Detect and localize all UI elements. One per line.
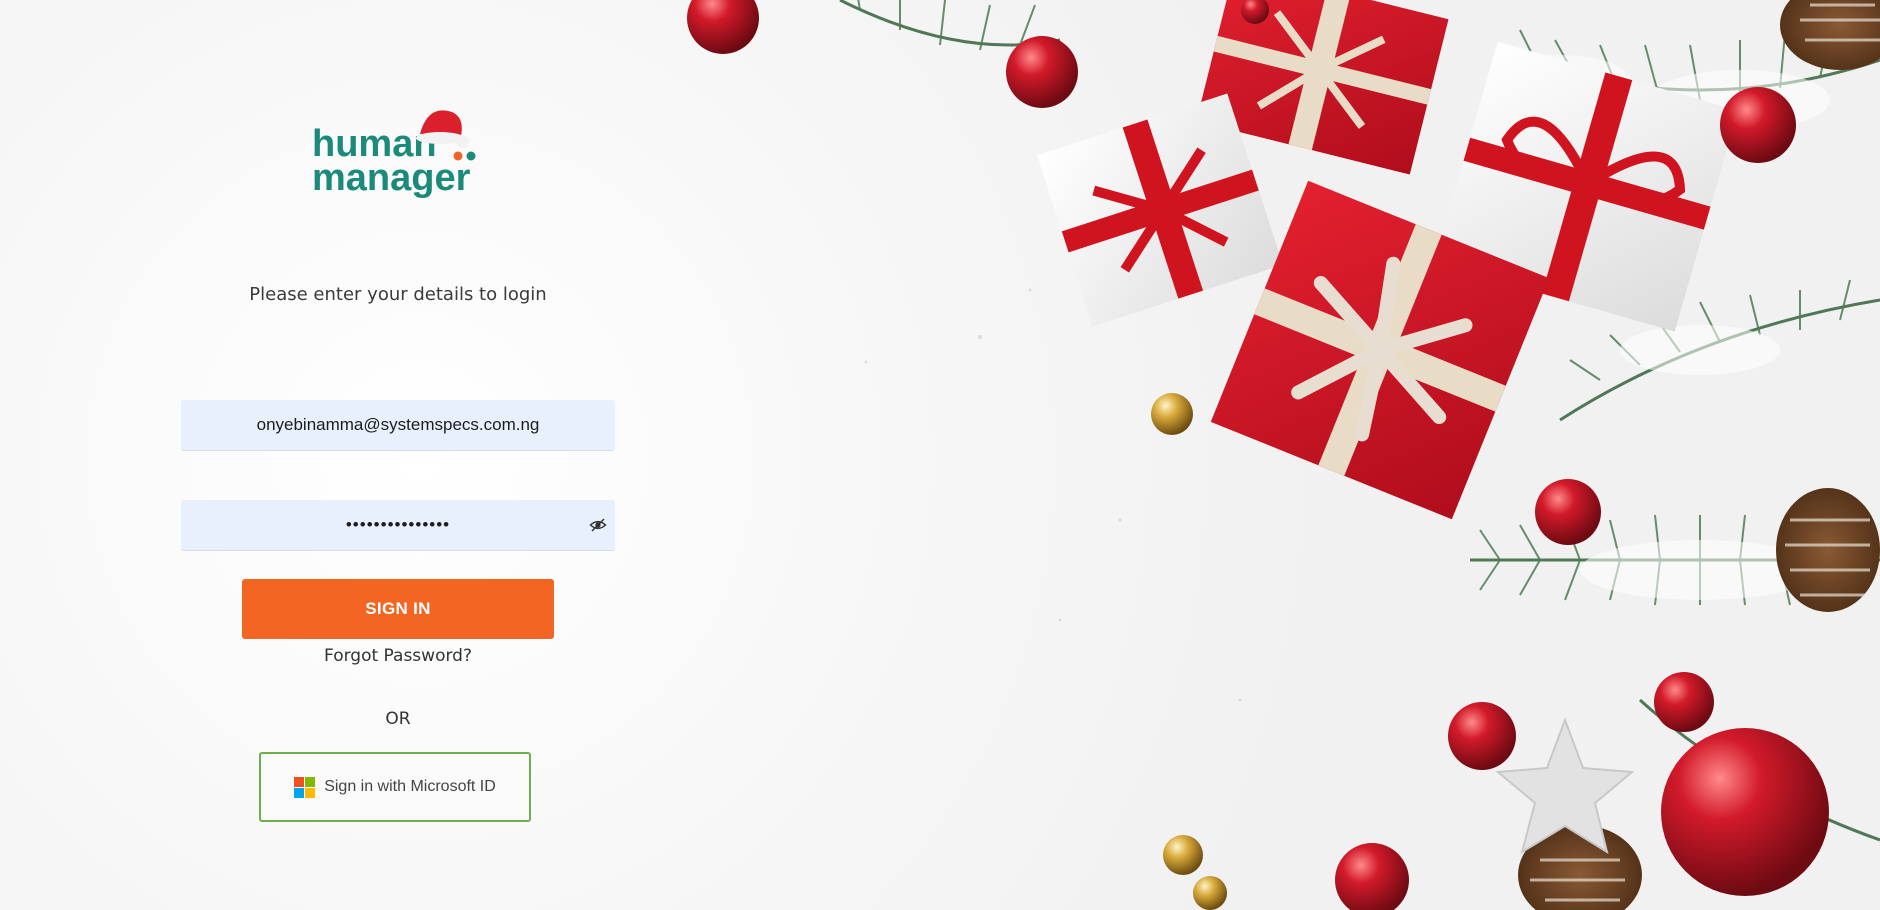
logo-text-manager: manager (312, 157, 471, 199)
microsoft-logo-icon (294, 776, 316, 798)
human-manager-logo: human manager (312, 110, 476, 199)
login-panel: human manager Please enter your details … (0, 0, 800, 910)
or-divider: OR (385, 709, 411, 729)
email-field[interactable] (181, 400, 615, 450)
microsoft-signin-label: Sign in with Microsoft ID (324, 778, 496, 795)
password-field[interactable] (181, 500, 615, 550)
microsoft-signin-button[interactable]: Sign in with Microsoft ID (259, 752, 531, 822)
logo-dot-teal (466, 151, 476, 161)
sign-in-button[interactable]: SIGN IN (242, 579, 554, 639)
forgot-password-link[interactable]: Forgot Password? (181, 646, 615, 666)
login-subtitle: Please enter your details to login (249, 284, 547, 305)
eye-slash-icon[interactable] (589, 516, 607, 534)
logo-dot-orange (453, 151, 463, 161)
santa-hat-icon (416, 110, 469, 148)
